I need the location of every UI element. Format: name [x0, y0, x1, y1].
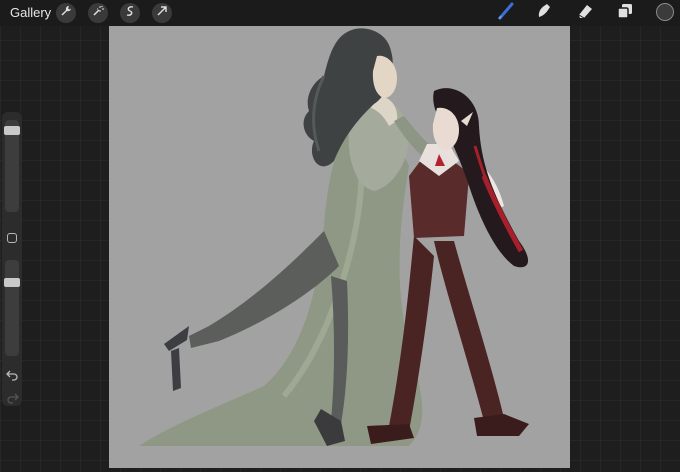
adjustments-button[interactable]: [88, 3, 108, 23]
magic-wand-icon: [92, 4, 104, 22]
color-swatch[interactable]: [656, 3, 674, 21]
brush-size-thumb[interactable]: [4, 126, 20, 135]
wrench-icon: [60, 4, 72, 22]
artwork: [139, 28, 529, 446]
transform-arrow-icon: [156, 4, 168, 22]
smudge-button[interactable]: [533, 3, 555, 23]
layers-icon: [616, 2, 634, 25]
eraser-icon: [576, 2, 594, 25]
brush-button[interactable]: [495, 2, 517, 25]
brush-size-slider[interactable]: [4, 120, 20, 212]
gallery-button[interactable]: Gallery: [10, 5, 51, 21]
top-toolbar: Gallery: [0, 0, 680, 26]
actions-button[interactable]: [56, 3, 76, 23]
selection-button[interactable]: [120, 3, 140, 23]
layers-button[interactable]: [614, 3, 636, 23]
selection-icon: [124, 4, 136, 22]
undo-icon[interactable]: [6, 368, 19, 381]
drawing-canvas[interactable]: [109, 26, 570, 468]
modify-button[interactable]: [7, 233, 17, 243]
opacity-thumb[interactable]: [4, 278, 20, 287]
transform-button[interactable]: [152, 3, 172, 23]
eraser-button[interactable]: [574, 3, 596, 23]
opacity-slider[interactable]: [4, 260, 20, 356]
smudge-icon: [535, 2, 553, 25]
brush-icon: [497, 2, 515, 25]
redo-icon[interactable]: [6, 391, 19, 404]
sidebar: [2, 112, 22, 406]
